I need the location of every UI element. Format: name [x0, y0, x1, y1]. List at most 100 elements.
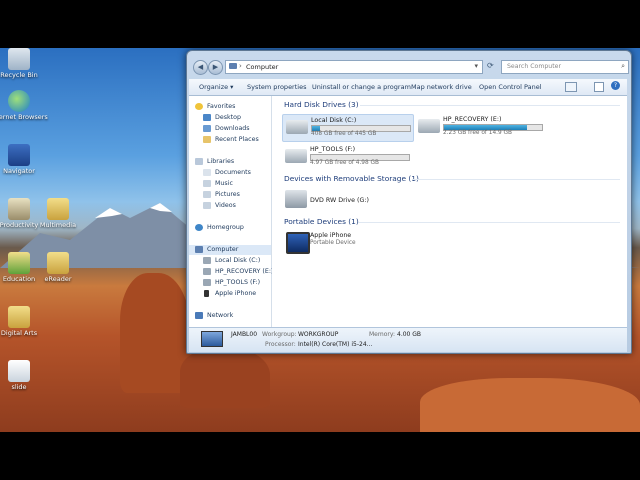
view-options-icon[interactable] — [565, 82, 577, 92]
nav-favorites[interactable]: Favorites — [189, 102, 271, 112]
drive-c[interactable]: Local Disk (C:) 408 GB free of 445 GB — [282, 114, 414, 142]
nav-label: Favorites — [207, 103, 236, 110]
portable-devices-group-header[interactable]: Portable Devices (1) — [284, 217, 359, 226]
map-network-drive-button[interactable]: Map network drive — [411, 83, 472, 91]
desktop-icon-navigator[interactable]: Navigator — [0, 144, 49, 175]
search-input[interactable]: Search Computer ⌕ — [501, 60, 629, 74]
pictures-icon — [203, 191, 211, 198]
nav-label: Music — [215, 180, 233, 187]
desktop-icon-label: Internet Browsers — [0, 113, 48, 121]
dvd-drive[interactable]: DVD RW Drive (G:) — [282, 188, 412, 214]
search-placeholder: Search Computer — [507, 63, 561, 70]
nav-libraries[interactable]: Libraries — [189, 157, 271, 167]
nav-label: HP_TOOLS (F:) — [215, 279, 261, 286]
drive-name: DVD RW Drive (G:) — [310, 197, 369, 204]
nav-computer[interactable]: Computer — [189, 245, 271, 255]
drive-e[interactable]: HP_RECOVERY (E:) 2.23 GB free of 14.9 GB — [415, 114, 545, 140]
nav-hp-tools[interactable]: HP_TOOLS (F:) — [189, 278, 271, 288]
documents-icon — [203, 169, 211, 176]
apple-iphone-device[interactable]: Apple iPhone Portable Device — [282, 230, 412, 256]
hard-drive-icon — [286, 120, 308, 134]
nav-label: Videos — [215, 202, 236, 209]
nav-local-disk[interactable]: Local Disk (C:) — [189, 256, 271, 266]
drive-name: HP_RECOVERY (E:) — [443, 116, 502, 123]
nav-videos[interactable]: Videos — [189, 201, 271, 211]
nav-label: HP_RECOVERY (E:) — [215, 268, 274, 275]
computer-icon — [195, 246, 203, 253]
refresh-icon[interactable]: ⟳ — [487, 61, 494, 70]
nav-downloads[interactable]: Downloads — [189, 124, 271, 134]
videos-icon — [203, 202, 211, 209]
nav-network[interactable]: Network — [189, 311, 271, 321]
folder-icon — [8, 252, 30, 274]
homegroup-icon — [195, 224, 203, 231]
folder-icon — [8, 198, 30, 220]
uninstall-program-button[interactable]: Uninstall or change a program — [312, 83, 411, 91]
desktop-folder-icon — [203, 114, 211, 121]
content-pane: Hard Disk Drives (3) Local Disk (C:) 408… — [272, 96, 627, 327]
computer-icon — [229, 63, 237, 69]
desktop-icon-recycle-bin[interactable]: Recycle Bin — [0, 48, 49, 79]
desktop-icon-multimedia[interactable]: Multimedia — [28, 198, 88, 229]
nav-music[interactable]: Music — [189, 179, 271, 189]
dvd-drive-icon — [285, 190, 307, 208]
drive-free-space: 4.97 GB free of 4.98 GB — [310, 160, 379, 166]
hard-drive-icon — [285, 149, 307, 163]
nav-apple-iphone[interactable]: Apple iPhone — [189, 289, 271, 299]
nav-label: Local Disk (C:) — [215, 257, 261, 264]
nav-label: Apple iPhone — [215, 290, 257, 297]
organize-button[interactable]: Organize ▾ — [199, 83, 233, 91]
hard-drive-icon — [418, 119, 440, 133]
nav-homegroup[interactable]: Homegroup — [189, 223, 271, 233]
address-dropdown-icon[interactable]: ▾ — [474, 62, 478, 70]
address-bar[interactable]: › Computer ▾ — [225, 60, 483, 74]
nav-label: Desktop — [215, 114, 241, 121]
globe-icon — [8, 90, 30, 112]
navigation-bar: ◀ ▶ › Computer ▾ ⟳ Search Computer ⌕ — [191, 59, 629, 75]
nav-label: Downloads — [215, 125, 250, 132]
nav-pictures[interactable]: Pictures — [189, 190, 271, 200]
system-properties-button[interactable]: System properties — [247, 83, 306, 91]
drive-icon — [203, 268, 211, 275]
iphone-icon — [204, 290, 209, 297]
libraries-icon — [195, 158, 203, 165]
drive-free-space: 408 GB free of 445 GB — [311, 131, 377, 137]
recycle-bin-icon — [8, 48, 30, 70]
search-icon: ⌕ — [621, 62, 625, 70]
preview-pane-icon[interactable] — [594, 82, 604, 92]
group-divider — [358, 222, 620, 223]
navigation-pane: Favorites Desktop Downloads Recent Place… — [189, 96, 274, 327]
workgroup-label: Workgroup: — [262, 331, 297, 338]
nav-documents[interactable]: Documents — [189, 168, 271, 178]
open-control-panel-button[interactable]: Open Control Panel — [479, 83, 542, 91]
desktop-icon-label: slide — [11, 383, 27, 391]
memory-label: Memory: — [369, 331, 395, 338]
navigator-icon — [8, 144, 30, 166]
forward-button[interactable]: ▶ — [208, 60, 223, 75]
recent-places-icon — [203, 136, 211, 143]
removable-storage-group-header[interactable]: Devices with Removable Storage (1) — [284, 174, 419, 183]
iphone-icon — [286, 232, 310, 254]
hard-disk-group-header[interactable]: Hard Disk Drives (3) — [284, 100, 359, 109]
desktop-icon-digital-arts[interactable]: Digital Arts — [0, 306, 49, 337]
back-button[interactable]: ◀ — [193, 60, 208, 75]
desktop-icon-ereader[interactable]: eReader — [28, 252, 88, 283]
desktop-icon-slide[interactable]: slide — [0, 360, 49, 391]
computer-large-icon — [201, 331, 223, 347]
downloads-folder-icon — [203, 125, 211, 132]
nav-recent-places[interactable]: Recent Places — [189, 135, 271, 145]
workgroup-value: WORKGROUP — [298, 331, 339, 338]
nav-hp-recovery[interactable]: HP_RECOVERY (E:) — [189, 267, 274, 277]
wallpaper-rock — [180, 348, 270, 408]
folder-icon — [47, 198, 69, 220]
memory-value: 4.00 GB — [397, 331, 422, 338]
address-chevron-icon: › — [239, 62, 242, 70]
document-icon — [8, 360, 30, 382]
processor-value: Intel(R) Core(TM) i5-24... — [298, 341, 373, 348]
help-icon[interactable]: ? — [611, 81, 620, 90]
desktop-icon-internet-browsers[interactable]: Internet Browsers — [0, 90, 49, 121]
wallpaper-rock — [420, 378, 640, 432]
drive-f[interactable]: HP_TOOLS (F:) 4.97 GB free of 4.98 GB — [282, 144, 412, 170]
computer-name: JAMBL00 — [231, 331, 258, 338]
nav-desktop[interactable]: Desktop — [189, 113, 271, 123]
